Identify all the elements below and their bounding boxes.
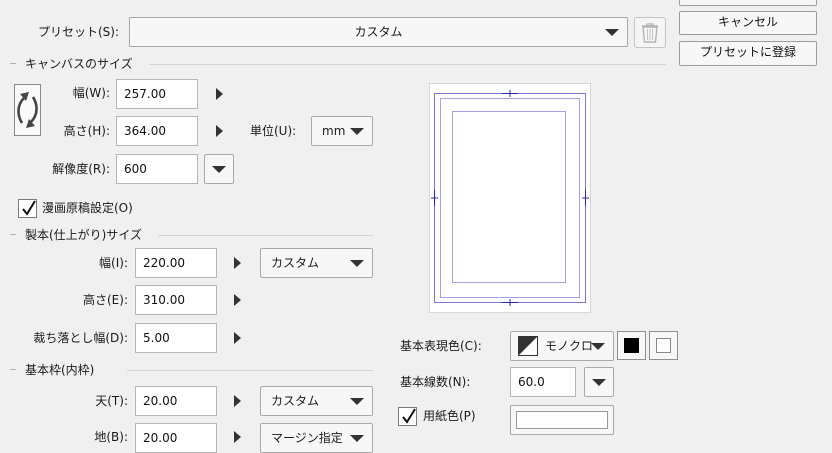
- frame-top-preset-dropdown[interactable]: カスタム: [260, 386, 373, 416]
- canvas-preview: [429, 83, 591, 313]
- section-divider: [158, 235, 373, 236]
- frame-top-input[interactable]: 20.00: [135, 386, 217, 416]
- frame-top-preset-value: カスタム: [271, 394, 320, 408]
- paper-color-label: 用紙色(P): [423, 409, 476, 423]
- trim-width-stepper-arrow[interactable]: [234, 257, 241, 269]
- base-color-dropdown[interactable]: モノクロ: [510, 331, 614, 361]
- trash-icon: [642, 23, 658, 43]
- base-lines-input[interactable]: 60.0: [510, 367, 576, 397]
- canvas-height-label: 高さ(H):: [63, 124, 110, 138]
- resolution-dropdown-button[interactable]: [204, 154, 234, 184]
- monochrome-icon: [518, 336, 538, 356]
- white-fill: [656, 338, 671, 353]
- base-lines-dropdown-button[interactable]: [584, 367, 614, 397]
- black-color-swatch[interactable]: [617, 331, 646, 360]
- checkmark-icon: [22, 200, 36, 216]
- trim-height-stepper-arrow[interactable]: [234, 294, 241, 306]
- page-layout-diagram: [431, 90, 589, 306]
- chevron-down-icon: [350, 398, 364, 405]
- base-frame-header: 基本枠(内枠): [25, 363, 95, 377]
- paper-color-fill: [516, 411, 608, 429]
- trim-height-input[interactable]: 310.00: [135, 285, 217, 315]
- manga-settings-checkbox[interactable]: [18, 199, 37, 218]
- preset-dropdown[interactable]: カスタム: [129, 17, 628, 47]
- black-fill: [624, 338, 639, 353]
- delete-preset-button[interactable]: [634, 17, 666, 48]
- trim-size-header: 製本(仕上がり)サイズ: [25, 228, 143, 242]
- section-divider: [127, 370, 373, 371]
- frame-top-stepper-arrow[interactable]: [234, 395, 241, 407]
- trim-size-preset-value: カスタム: [271, 256, 320, 270]
- bleed-input[interactable]: 5.00: [135, 323, 217, 353]
- canvas-width-input[interactable]: 257.00: [116, 79, 198, 109]
- white-color-swatch[interactable]: [649, 331, 678, 360]
- section-tick: [10, 63, 16, 64]
- bleed-label: 裁ち落とし幅(D):: [33, 331, 128, 345]
- frame-bottom-input[interactable]: 20.00: [135, 423, 217, 453]
- frame-bottom-stepper-arrow[interactable]: [234, 431, 241, 443]
- paper-color-checkbox[interactable]: [398, 407, 417, 426]
- height-stepper-arrow[interactable]: [216, 125, 223, 137]
- frame-bottom-preset-dropdown[interactable]: マージン指定: [260, 423, 373, 453]
- chevron-down-icon: [350, 260, 364, 267]
- trim-height-label: 高さ(E):: [83, 293, 128, 307]
- chevron-down-icon: [212, 166, 226, 173]
- frame-top-label: 天(T):: [95, 394, 128, 408]
- section-tick: [10, 369, 16, 370]
- chevron-down-icon: [592, 379, 606, 386]
- frame-bottom-label: 地(B):: [94, 430, 128, 444]
- section-tick: [10, 234, 16, 235]
- width-stepper-arrow[interactable]: [216, 88, 223, 100]
- manga-settings-label: 漫画原稿設定(O): [42, 201, 133, 215]
- cancel-button[interactable]: キャンセル: [679, 11, 817, 35]
- bleed-stepper-arrow[interactable]: [234, 332, 241, 344]
- base-color-label: 基本表現色(C):: [400, 339, 482, 353]
- chevron-down-icon: [350, 435, 364, 442]
- chevron-down-icon: [591, 343, 605, 350]
- resolution-label: 解像度(R):: [52, 162, 110, 176]
- base-color-value: モノクロ: [545, 339, 594, 353]
- orientation-toggle-button[interactable]: [14, 84, 41, 136]
- trim-size-preset-dropdown[interactable]: カスタム: [260, 248, 373, 278]
- preset-value: カスタム: [354, 25, 403, 39]
- unit-label: 単位(U):: [250, 124, 297, 138]
- frame-bottom-preset-value: マージン指定: [271, 431, 343, 445]
- resolution-input[interactable]: 600: [116, 154, 198, 184]
- trim-width-label: 幅(I):: [99, 256, 128, 270]
- register-preset-button[interactable]: プリセットに登録: [679, 41, 817, 66]
- chevron-down-icon: [605, 29, 619, 36]
- rotate-arrows-icon: [17, 92, 38, 128]
- unit-dropdown[interactable]: mm: [311, 116, 373, 146]
- preset-label: プリセット(S):: [38, 25, 120, 39]
- paper-color-swatch-button[interactable]: [510, 405, 614, 435]
- canvas-size-header: キャンバスのサイズ: [25, 57, 133, 71]
- ok-button-partial[interactable]: [679, 0, 817, 6]
- unit-value: mm: [322, 124, 346, 138]
- base-lines-label: 基本線数(N):: [400, 375, 471, 389]
- trim-width-input[interactable]: 220.00: [135, 248, 217, 278]
- section-divider: [149, 64, 666, 65]
- checkmark-icon: [402, 408, 416, 424]
- chevron-down-icon: [350, 128, 364, 135]
- canvas-width-label: 幅(W):: [72, 86, 110, 100]
- canvas-height-input[interactable]: 364.00: [116, 116, 198, 146]
